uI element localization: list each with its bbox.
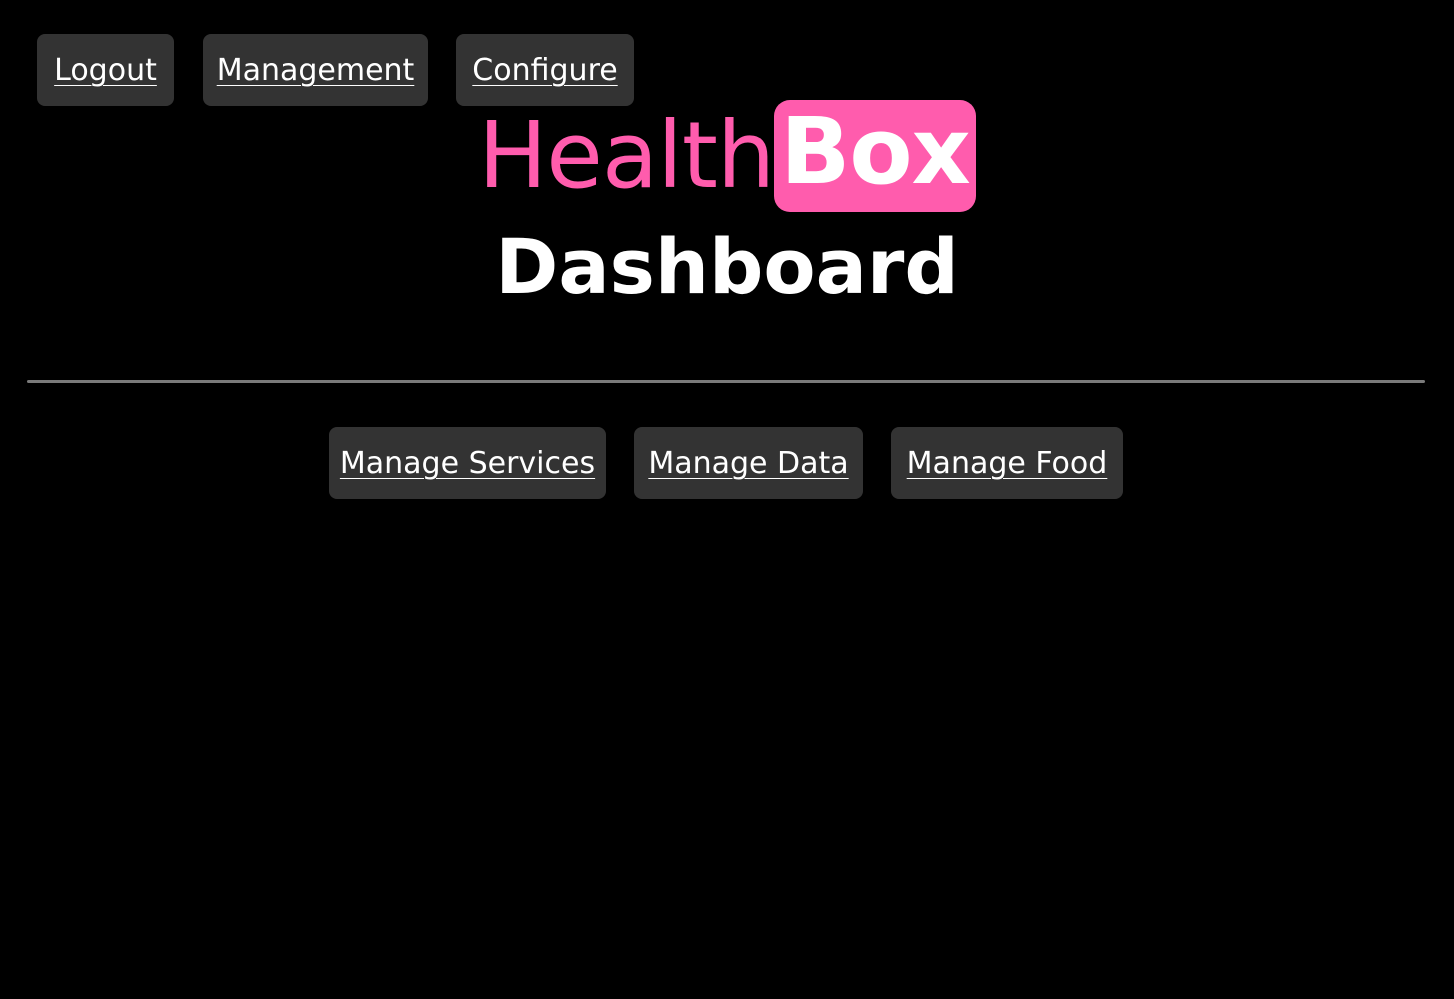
brand-logo-box: Box xyxy=(774,100,976,212)
manage-data-button[interactable]: Manage Data xyxy=(634,427,863,499)
management-button[interactable]: Management xyxy=(203,34,428,106)
configure-button[interactable]: Configure xyxy=(456,34,634,106)
manage-services-button[interactable]: Manage Services xyxy=(329,427,606,499)
logout-button[interactable]: Logout xyxy=(37,34,174,106)
divider xyxy=(27,380,1425,383)
page-title: Dashboard xyxy=(495,222,959,311)
page: Logout Management Configure Health Box Da… xyxy=(0,0,1454,999)
brand-logo: Health Box xyxy=(0,100,1454,212)
manage-food-button[interactable]: Manage Food xyxy=(891,427,1123,499)
brand-logo-health: Health xyxy=(478,102,775,209)
